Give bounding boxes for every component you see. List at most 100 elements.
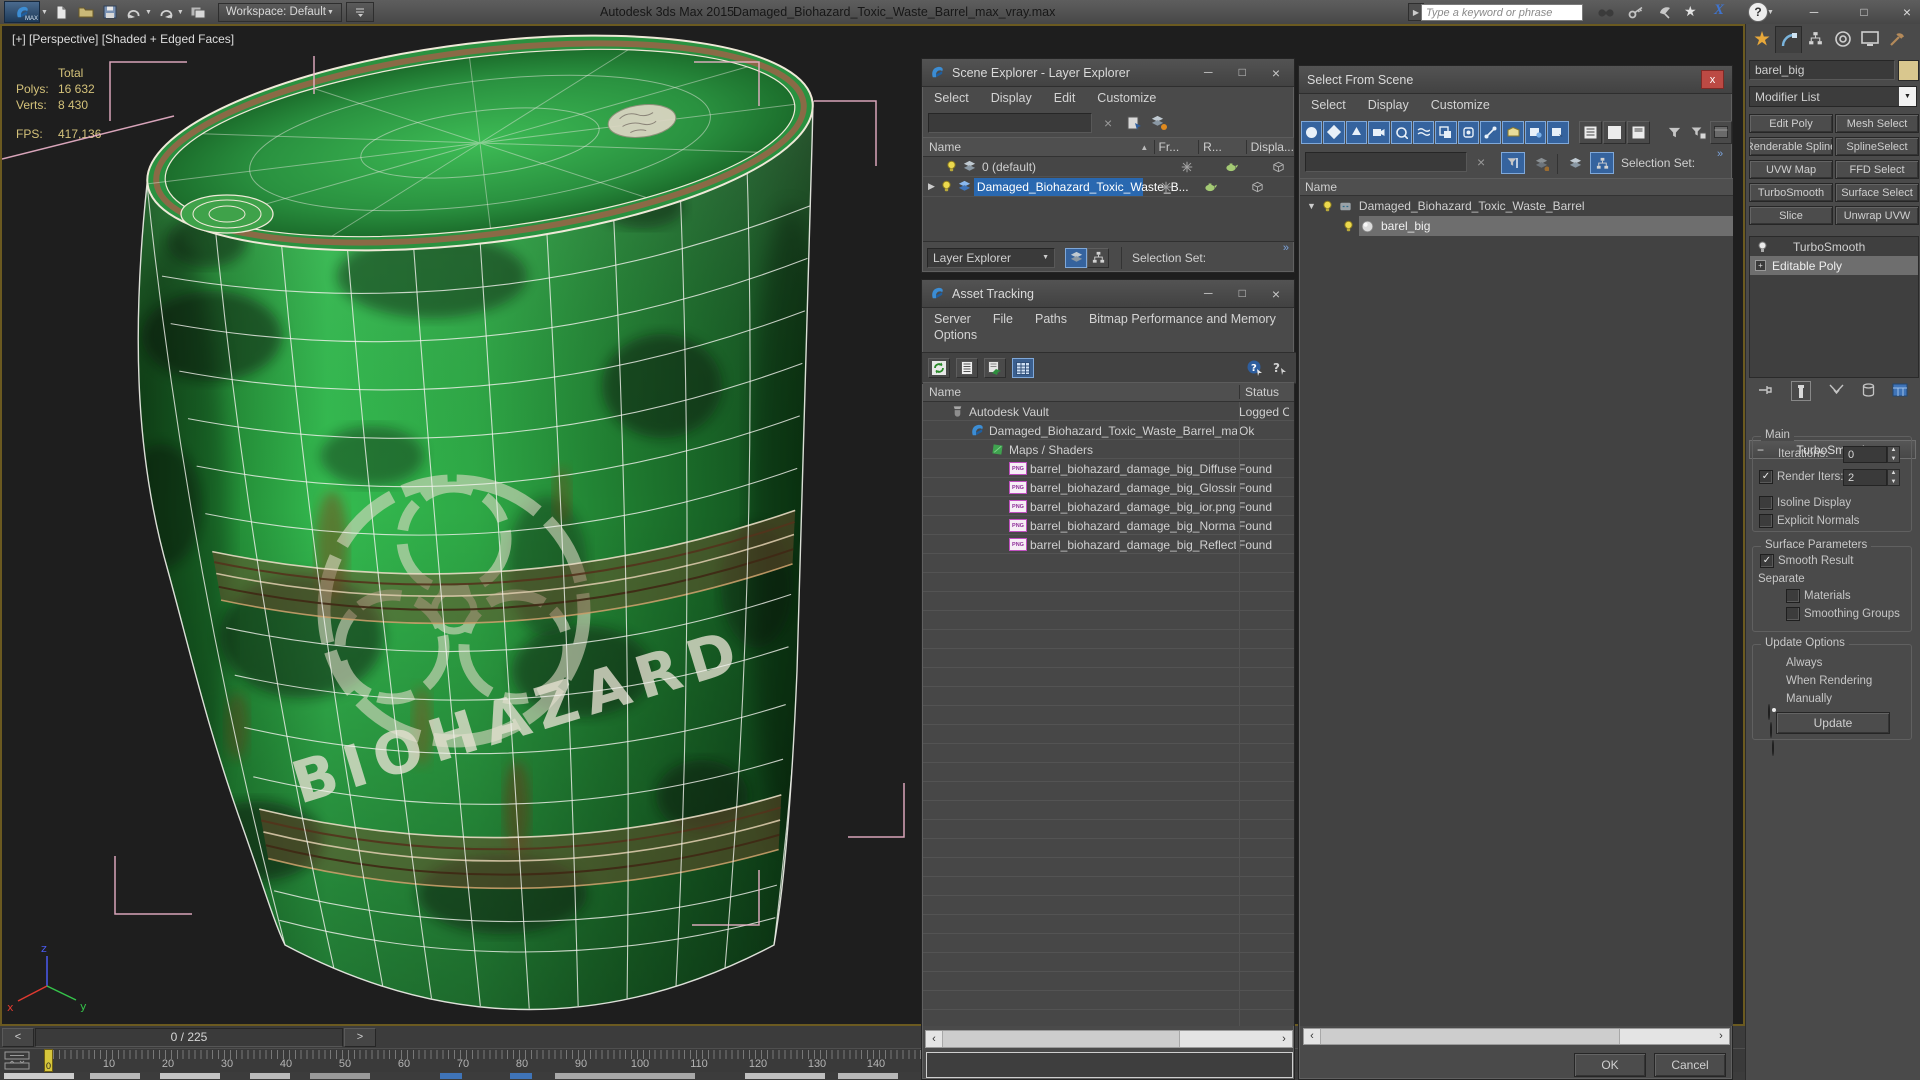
new-layer-icon[interactable] <box>1150 114 1168 135</box>
menu-customize[interactable]: Customize <box>1431 98 1490 112</box>
renderable-teapot-icon[interactable] <box>1203 179 1218 194</box>
search-filter-icon[interactable] <box>1501 152 1525 174</box>
sort-by-layer-icon[interactable] <box>1563 152 1587 174</box>
filter-shapes-icon[interactable] <box>1323 120 1345 144</box>
display-cube-icon[interactable] <box>1250 179 1265 194</box>
window-close-icon[interactable]: × <box>1272 286 1280 302</box>
workspace-dropdown[interactable]: Workspace: Default ▼ <box>217 2 342 22</box>
object-color-swatch[interactable] <box>1898 60 1919 81</box>
stack-item-editable-poly[interactable]: + Editable Poly <box>1750 256 1918 275</box>
filter-bones-icon[interactable] <box>1480 120 1502 144</box>
mini-curve-editor-icon[interactable] <box>4 1051 32 1073</box>
resolve-paths-icon[interactable] <box>984 358 1006 378</box>
table-view-icon[interactable] <box>1012 358 1034 378</box>
iterations-spinner[interactable]: 0 ▲ ▼ <box>1843 446 1900 463</box>
display-cube-icon[interactable] <box>1271 159 1286 174</box>
isoline-display-checkbox[interactable] <box>1759 496 1773 510</box>
redo-history-arrow-icon[interactable]: ▼ <box>177 9 184 16</box>
undo-history-arrow-icon[interactable]: ▼ <box>145 9 152 16</box>
blank-view-icon[interactable] <box>1602 120 1626 144</box>
project-folder-icon[interactable] <box>188 3 208 21</box>
select-scene-hscrollbar[interactable]: ‹ › <box>1303 1028 1730 1045</box>
sort-by-hierarchy-button[interactable] <box>1087 247 1109 268</box>
visibility-bulb-icon[interactable] <box>1341 219 1356 234</box>
clear-search-icon[interactable]: × <box>1104 115 1112 131</box>
modifier-enabled-bulb-icon[interactable] <box>1756 240 1769 253</box>
explorer-mode-dropdown[interactable]: Layer Explorer ▼ <box>927 247 1055 268</box>
layer-row[interactable]: ▶ Damaged_Biohazard_Toxic_Waste_B... <box>923 177 1294 197</box>
window-maximize-icon[interactable]: □ <box>1239 286 1246 302</box>
tab-hierarchy[interactable] <box>1802 26 1829 53</box>
sign-in-key-icon[interactable] <box>1626 3 1646 21</box>
help-search-input[interactable] <box>1421 4 1583 21</box>
tab-create[interactable] <box>1748 26 1775 53</box>
report-view-icon[interactable] <box>956 358 978 378</box>
frozen-snowflake-icon[interactable] <box>1159 180 1173 194</box>
sort-ascending-icon[interactable]: ▲ <box>1140 143 1153 152</box>
layer-name[interactable]: 0 (default) <box>982 160 1162 174</box>
clear-search-icon[interactable]: × <box>1477 154 1485 170</box>
layer-name[interactable]: Damaged_Biohazard_Toxic_Waste_B... <box>973 177 1189 196</box>
window-minimize-icon[interactable]: ─ <box>1204 65 1213 81</box>
modifier-button-splineselect[interactable]: SplineSelect <box>1835 137 1919 156</box>
selected-tree-node[interactable]: barel_big <box>1359 216 1733 236</box>
filter-geometry-icon[interactable] <box>1301 120 1323 144</box>
filter-combinations-icon[interactable] <box>1663 121 1685 144</box>
column-status[interactable]: Status <box>1239 385 1294 399</box>
advanced-filter-icon[interactable] <box>1686 121 1708 144</box>
new-layer-dim-icon[interactable] <box>1529 152 1553 174</box>
show-end-result-icon[interactable] <box>1791 381 1812 401</box>
next-frame-button[interactable]: > <box>344 1027 376 1047</box>
filter-frozen-icon[interactable] <box>1524 120 1547 144</box>
scene-explorer-window[interactable]: Scene Explorer - Layer Explorer ─ □ × Se… <box>921 58 1295 273</box>
menu-bitmap-performance[interactable]: Bitmap Performance and Memory <box>1089 312 1276 326</box>
menu-options[interactable]: Options <box>934 328 977 342</box>
modifier-button-ffd-select[interactable]: FFD Select <box>1835 160 1919 179</box>
visibility-bulb-icon[interactable] <box>1320 199 1335 214</box>
window-maximize-icon[interactable]: □ <box>1239 65 1246 81</box>
list-view-icon[interactable] <box>1578 120 1602 144</box>
column-name[interactable]: Name <box>923 385 1239 399</box>
menu-server[interactable]: Server <box>934 312 971 326</box>
pin-stack-icon[interactable] <box>1758 383 1774 400</box>
remove-modifier-icon[interactable] <box>1862 382 1875 400</box>
menu-customize[interactable]: Customize <box>1097 91 1156 105</box>
redo-icon[interactable] <box>156 3 176 21</box>
window-minimize-icon[interactable]: ─ <box>1204 286 1213 302</box>
modifier-button-unwrap-uvw[interactable]: Unwrap UVW <box>1835 206 1919 225</box>
layer-row[interactable]: 0 (default) <box>923 157 1294 177</box>
scrollbar-thumb[interactable] <box>942 1031 1180 1047</box>
select-from-scene-titlebar[interactable]: Select From Scene x <box>1299 66 1732 94</box>
asset-tracking-titlebar[interactable]: Asset Tracking ─ □ × <box>922 280 1294 308</box>
minimize-button[interactable]: ─ <box>1795 5 1833 19</box>
column-frozen[interactable]: Fr... <box>1153 140 1199 154</box>
visibility-bulb-icon[interactable] <box>944 159 959 174</box>
scene-explorer-search-input[interactable] <box>928 113 1092 133</box>
communication-center-icon[interactable] <box>1596 3 1616 21</box>
barrel-model[interactable]: BIOHAZARD z x y <box>2 26 928 1026</box>
window-close-icon[interactable]: × <box>1272 65 1280 81</box>
tree-row[interactable]: barel_big <box>1300 216 1733 236</box>
render-iters-checkbox[interactable] <box>1759 470 1773 484</box>
filter-groups-icon[interactable] <box>1435 120 1457 144</box>
visibility-bulb-icon[interactable] <box>939 179 954 194</box>
refresh-icon[interactable] <box>928 358 950 378</box>
scroll-left-icon[interactable]: ‹ <box>1304 1031 1320 1042</box>
filter-helpers-icon[interactable] <box>1390 120 1412 144</box>
update-button[interactable]: Update <box>1776 712 1890 734</box>
sort-by-hierarchy-icon[interactable] <box>1590 152 1614 174</box>
scrollbar-thumb[interactable] <box>1320 1029 1620 1044</box>
filter-spacewarps-icon[interactable] <box>1412 120 1435 144</box>
when-rendering-radio[interactable] <box>1770 722 1772 738</box>
pick-layer-icon[interactable] <box>1126 114 1144 135</box>
restore-button[interactable]: □ <box>1845 5 1883 19</box>
tree-node-label[interactable]: barel_big <box>1381 219 1430 233</box>
filter-xrefs-icon[interactable] <box>1457 120 1479 144</box>
filter-containers-icon[interactable] <box>1502 120 1524 144</box>
close-button[interactable]: × <box>1888 4 1920 20</box>
open-file-icon[interactable] <box>76 3 96 21</box>
current-frame-marker[interactable]: 0 <box>44 1049 53 1072</box>
menu-file[interactable]: File <box>993 312 1013 326</box>
modifier-list-dropdown[interactable]: Modifier List ▼ <box>1749 86 1917 107</box>
tab-modify[interactable] <box>1775 25 1802 53</box>
